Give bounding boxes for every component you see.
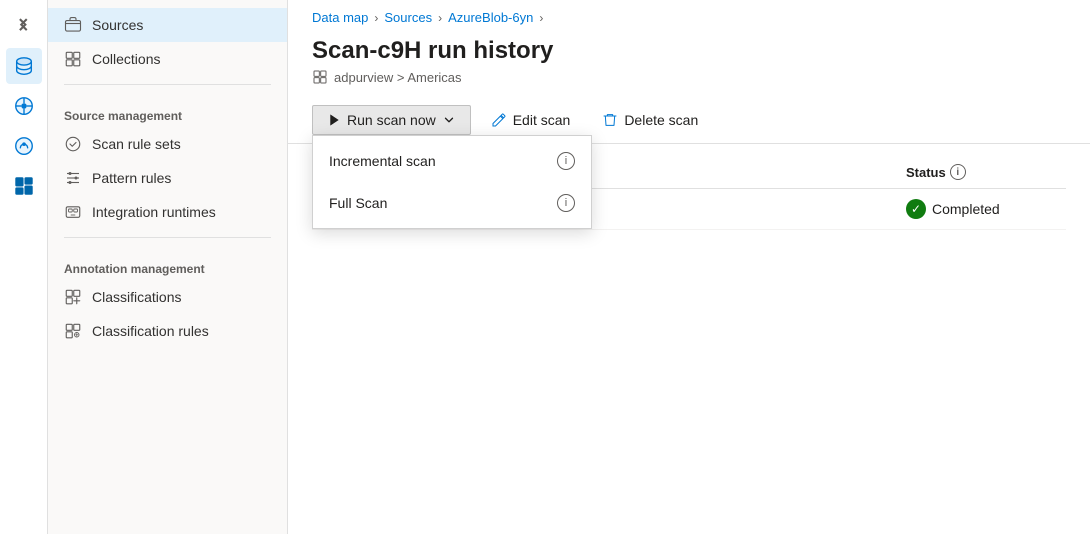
sidebar-item-scan-rule-sets[interactable]: Scan rule sets	[48, 127, 287, 161]
status-label: Completed	[932, 201, 1000, 217]
sidebar-item-classifications[interactable]: Classifications	[48, 280, 287, 314]
collapse-icon[interactable]	[6, 8, 42, 44]
sidebar-item-integration-runtimes-label: Integration runtimes	[92, 204, 216, 220]
sidebar-item-collections-label: Collections	[92, 51, 160, 67]
sidebar-item-sources[interactable]: Sources	[48, 8, 287, 42]
insights-nav-icon[interactable]	[6, 128, 42, 164]
col-header-status: Status i	[906, 164, 1066, 180]
full-scan-option[interactable]: Full Scan i	[313, 182, 591, 224]
sidebar-item-pattern-rules-label: Pattern rules	[92, 170, 171, 186]
main-content: Data map › Sources › AzureBlob-6yn › Sca…	[288, 0, 1090, 534]
incremental-scan-info-icon[interactable]: i	[557, 152, 575, 170]
play-icon	[327, 113, 341, 127]
incremental-scan-label: Incremental scan	[329, 153, 436, 169]
run-scan-button[interactable]: Run scan now	[312, 105, 471, 135]
breadcrumb-data-map[interactable]: Data map	[312, 10, 368, 25]
page-title: Scan-c9H run history	[312, 37, 1066, 65]
edit-scan-label: Edit scan	[513, 112, 571, 128]
delete-scan-button[interactable]: Delete scan	[590, 106, 710, 134]
sidebar-item-scan-rule-sets-label: Scan rule sets	[92, 136, 181, 152]
sidebar-divider-1	[64, 84, 271, 85]
chevron-down-icon	[442, 113, 456, 127]
completed-icon: ✓	[906, 199, 926, 219]
run-scan-label: Run scan now	[347, 112, 436, 128]
delete-scan-label: Delete scan	[624, 112, 698, 128]
tools-nav-icon[interactable]	[6, 168, 42, 204]
sidebar-section-source-management: Source management	[48, 93, 287, 127]
data-map-nav-icon[interactable]	[6, 88, 42, 124]
status-info-icon[interactable]: i	[950, 164, 966, 180]
status-cell: ✓ Completed	[906, 199, 1066, 219]
full-scan-info-icon[interactable]: i	[557, 194, 575, 212]
edit-icon	[491, 112, 507, 128]
icon-rail	[0, 0, 48, 534]
sidebar-item-classifications-label: Classifications	[92, 289, 181, 305]
full-scan-label: Full Scan	[329, 195, 387, 211]
collection-icon	[312, 69, 328, 85]
edit-scan-button[interactable]: Edit scan	[479, 106, 583, 134]
incremental-scan-option[interactable]: Incremental scan i	[313, 140, 591, 182]
breadcrumb-azure-blob[interactable]: AzureBlob-6yn	[448, 10, 533, 25]
sidebar-item-integration-runtimes[interactable]: Integration runtimes	[48, 195, 287, 229]
sidebar-item-classification-rules[interactable]: Classification rules	[48, 314, 287, 348]
sidebar-section-annotation-management: Annotation management	[48, 246, 287, 280]
breadcrumb: Data map › Sources › AzureBlob-6yn ›	[288, 0, 1090, 29]
status-completed: ✓ Completed	[906, 199, 1000, 219]
data-catalog-icon[interactable]	[6, 48, 42, 84]
sidebar-item-pattern-rules[interactable]: Pattern rules	[48, 161, 287, 195]
breadcrumb-sources[interactable]: Sources	[384, 10, 432, 25]
breadcrumb-chevron-1: ›	[374, 11, 378, 25]
sidebar-divider-2	[64, 237, 271, 238]
run-scan-dropdown-container: Run scan now Incremental scan i Full Sca…	[312, 105, 471, 135]
delete-icon	[602, 112, 618, 128]
run-scan-dropdown-menu: Incremental scan i Full Scan i	[312, 135, 592, 229]
sidebar-item-sources-label: Sources	[92, 17, 143, 33]
page-header: Scan-c9H run history adpurview > America…	[288, 29, 1090, 97]
sidebar-item-collections[interactable]: Collections	[48, 42, 287, 76]
sidebar: Sources Collections Source management Sc…	[48, 0, 288, 534]
toolbar: Run scan now Incremental scan i Full Sca…	[288, 97, 1090, 144]
breadcrumb-chevron-3: ›	[539, 11, 543, 25]
breadcrumb-chevron-2: ›	[438, 11, 442, 25]
page-subtitle-text: adpurview > Americas	[334, 70, 462, 85]
status-column-label: Status	[906, 165, 946, 180]
page-subtitle: adpurview > Americas	[312, 69, 1066, 85]
sidebar-item-classification-rules-label: Classification rules	[92, 323, 209, 339]
